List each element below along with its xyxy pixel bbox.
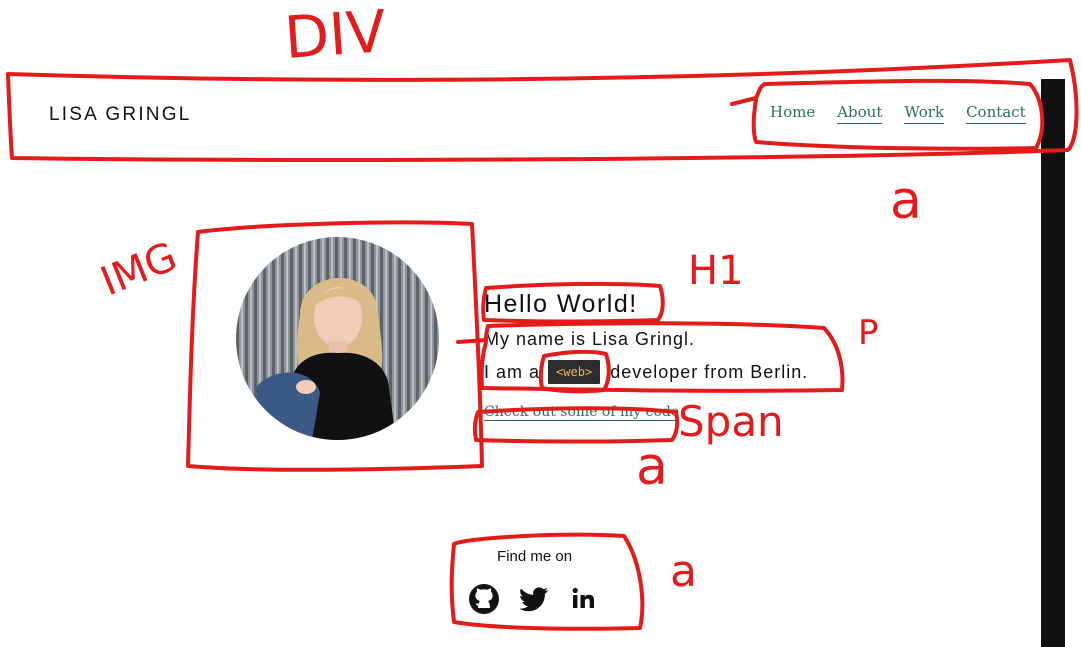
intro-role-text: I am a <web> developer from Berlin.: [484, 360, 808, 384]
annotation-label-a-link: a: [636, 437, 668, 497]
scrollbar[interactable]: [1041, 79, 1065, 647]
main-nav: Home About Work Contact: [770, 103, 1026, 124]
code-link[interactable]: Check out some of my code: [484, 404, 680, 421]
site-header: LISA GRINGL Home About Work Contact: [0, 0, 1081, 160]
find-me-label: Find me on: [497, 548, 573, 565]
intro-role-suffix: developer from Berlin.: [610, 362, 809, 382]
web-tag-badge: <web>: [548, 360, 601, 384]
intro-section: Hello World! My name is Lisa Gringl. I a…: [484, 290, 808, 421]
annotation-label-img: IMG: [95, 234, 184, 306]
nav-about-link[interactable]: About: [837, 103, 883, 124]
annotation-label-h1: H1: [688, 248, 744, 294]
profile-photo: [236, 237, 439, 440]
nav-contact-link[interactable]: Contact: [966, 103, 1026, 124]
social-links: [468, 583, 600, 615]
brand-logo[interactable]: LISA GRINGL: [49, 104, 191, 126]
intro-role-prefix: I am a: [484, 362, 541, 382]
twitter-icon[interactable]: [518, 583, 550, 615]
linkedin-icon[interactable]: [568, 583, 600, 615]
annotation-label-p: P: [858, 313, 879, 353]
nav-work-link[interactable]: Work: [904, 103, 945, 124]
annotation-label-a-nav: a: [890, 171, 922, 231]
intro-name-text: My name is Lisa Gringl.: [484, 329, 696, 349]
annotation-label-a-social: a: [670, 546, 697, 597]
github-icon[interactable]: [468, 583, 500, 615]
nav-home-link[interactable]: Home: [770, 103, 815, 124]
hero-title: Hello World!: [484, 290, 638, 318]
